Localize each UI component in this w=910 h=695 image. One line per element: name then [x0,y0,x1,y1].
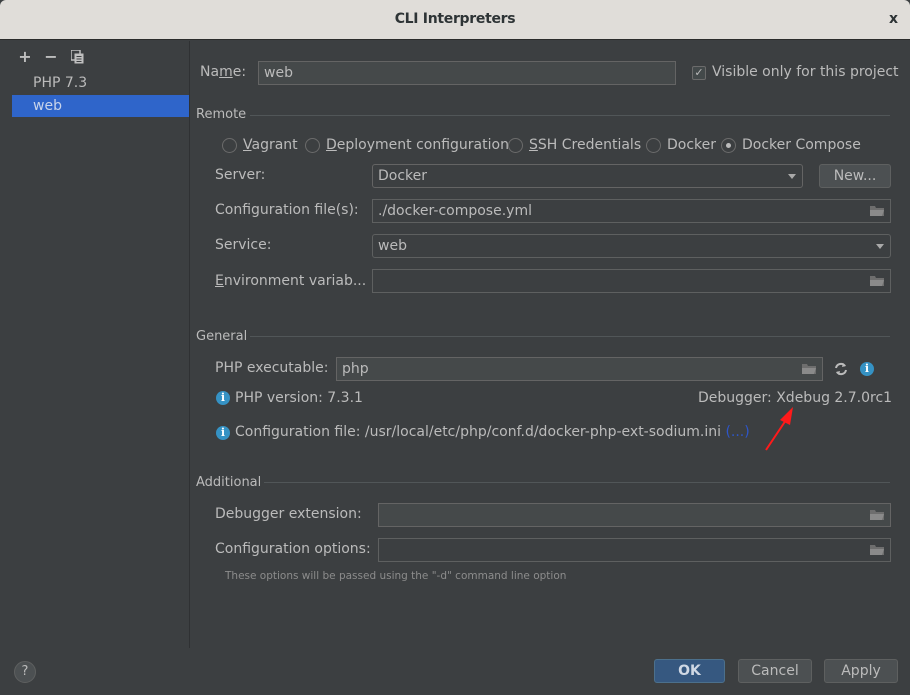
server-label: Server: [215,167,266,183]
radio-docker[interactable] [646,138,661,153]
radio-vagrant-label[interactable]: Vagrant [243,137,298,153]
ok-button[interactable]: OK [654,659,725,683]
configuration-file-more-link[interactable]: (...) [725,424,749,440]
refresh-icon[interactable] [834,362,848,376]
info-icon: i [216,391,230,405]
server-value: Docker [378,168,428,184]
folder-icon[interactable] [802,363,816,374]
php-version-text: PHP version: 7.3.1 [235,390,363,406]
interpreter-list-panel [0,41,190,648]
configuration-files-input[interactable]: ./docker-compose.yml [372,199,891,223]
radio-deployment-configuration[interactable] [305,138,320,153]
cancel-button[interactable]: Cancel [738,659,812,683]
chevron-down-icon [876,244,884,249]
radio-docker-compose[interactable] [721,138,736,153]
chevron-down-icon [788,174,796,179]
configuration-options-hint: These options will be passed using the "… [225,570,567,582]
service-label: Service: [215,237,272,253]
remote-section-label: Remote [196,107,247,122]
php-executable-label: PHP executable: [215,360,329,376]
configuration-files-value: ./docker-compose.yml [378,203,532,219]
remote-divider [250,115,890,116]
info-icon: i [216,426,230,440]
additional-divider [264,482,890,483]
visible-only-label[interactable]: Visible only for this project [712,64,899,80]
interpreter-item-php73[interactable]: PHP 7.3 [12,72,189,94]
help-button[interactable]: ? [14,661,36,683]
interpreter-item-web[interactable]: web [12,95,189,117]
radio-docker-compose-label[interactable]: Docker Compose [742,137,861,153]
configuration-files-label: Configuration file(s): [215,202,359,218]
remove-icon[interactable]: − [44,49,58,65]
configuration-options-input[interactable] [378,538,891,562]
close-icon[interactable]: x [889,11,898,27]
debugger-extension-input[interactable] [378,503,891,527]
folder-icon[interactable] [870,275,884,286]
dialog-title-bar: CLI Interpreters x [0,0,910,40]
visible-only-checkbox[interactable]: ✓ [692,66,706,80]
debugger-extension-label: Debugger extension: [215,506,362,522]
name-input[interactable]: web [258,61,676,85]
service-value: web [378,238,407,254]
folder-icon[interactable] [870,205,884,216]
radio-vagrant[interactable] [222,138,237,153]
add-icon[interactable]: + [18,49,32,65]
radio-docker-label[interactable]: Docker [667,137,716,153]
new-server-button[interactable]: New... [819,164,891,188]
additional-section-label: Additional [196,475,262,490]
radio-ssh-credentials-label[interactable]: SSH Credentials [529,137,641,153]
annotation-arrow-icon [765,407,793,451]
general-section-label: General [196,329,248,344]
folder-icon[interactable] [870,509,884,520]
configuration-options-label: Configuration options: [215,541,371,557]
service-select[interactable]: web [372,234,891,258]
name-label: Name: [200,64,247,80]
radio-ssh-credentials[interactable] [508,138,523,153]
configuration-file-text: Configuration file: /usr/local/etc/php/c… [235,424,750,440]
php-executable-input[interactable]: php [336,357,823,381]
copy-icon[interactable] [69,49,84,64]
general-divider [250,336,890,337]
php-executable-value: php [342,361,369,377]
radio-deployment-configuration-label[interactable]: Deployment configuration [326,137,509,153]
info-icon[interactable]: i [860,362,874,376]
environment-variables-input[interactable] [372,269,891,293]
apply-button[interactable]: Apply [824,659,898,683]
environment-variables-label: Environment variab... [215,273,367,289]
server-select[interactable]: Docker [372,164,803,188]
folder-icon[interactable] [870,544,884,555]
dialog-title: CLI Interpreters [394,11,516,27]
